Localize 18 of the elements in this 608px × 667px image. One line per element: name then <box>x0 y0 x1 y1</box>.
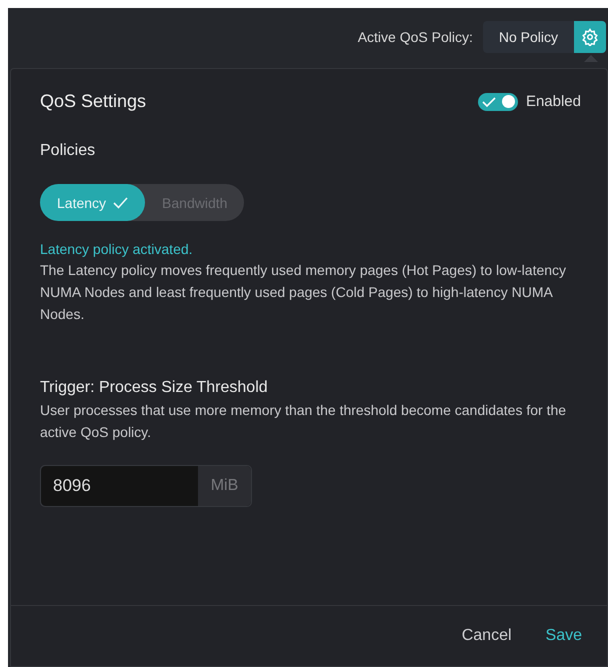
policy-name: No Policy <box>498 29 559 45</box>
settings-icon <box>581 28 599 46</box>
cancel-button[interactable]: Cancel <box>462 627 512 645</box>
policies-heading: Policies <box>40 142 96 160</box>
trigger-heading: Trigger: Process Size Threshold <box>40 379 269 397</box>
toggle-label: Enabled <box>526 93 581 110</box>
settings-button[interactable] <box>574 21 606 53</box>
status-message: Latency policy activated. <box>40 241 194 257</box>
check-icon <box>113 196 128 208</box>
active-policy-label: Active QoS Policy: <box>358 29 473 45</box>
enabled-toggle[interactable] <box>478 92 518 110</box>
panel-title: QoS Settings <box>40 91 146 112</box>
unit-label: MiB <box>198 466 251 506</box>
save-button[interactable]: Save <box>546 627 582 645</box>
threshold-field[interactable]: 8096 MiB <box>40 465 252 507</box>
check-icon <box>480 96 497 108</box>
trigger-description: User processes that use more memory than the threshold become candidates for the active QoS policy. <box>40 401 567 442</box>
policy-description: The Latency policy moves frequently used memory pages (Hot Pages) to low-latency NUMA Nodes and least frequently used pages (Cold Pages) to high-latency NUMA Nodes. <box>40 261 567 324</box>
